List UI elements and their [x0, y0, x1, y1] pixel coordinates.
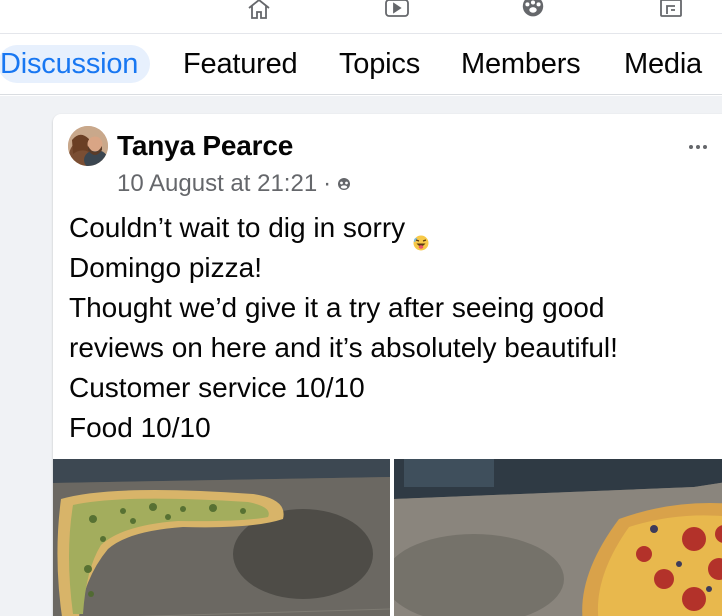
- pizza-photo-right[interactable]: [394, 459, 722, 616]
- post-line: Thought we’d give it a try after seeing …: [69, 292, 605, 323]
- top-navigation: [0, 0, 722, 34]
- post-meta: 10 August at 21:21 ·: [117, 170, 351, 198]
- tab-members[interactable]: Members: [461, 45, 581, 83]
- group-tabs: Discussion Featured Topics Members Media: [0, 35, 722, 95]
- pages-icon[interactable]: [658, 0, 684, 20]
- post-author[interactable]: Tanya Pearce: [117, 130, 293, 162]
- video-icon[interactable]: [384, 0, 410, 20]
- community-icon[interactable]: [520, 0, 546, 20]
- author-avatar[interactable]: [68, 126, 108, 166]
- pizza-photo-left[interactable]: [53, 459, 390, 616]
- post-body: Couldn’t wait to dig in sorry Domingo pi…: [69, 208, 719, 448]
- tab-topics[interactable]: Topics: [339, 45, 420, 83]
- post-line: reviews on here and it’s absolutely beau…: [69, 332, 618, 363]
- post-line-text: Couldn’t wait to dig in sorry: [69, 212, 406, 243]
- post-line: Couldn’t wait to dig in sorry: [69, 208, 719, 251]
- post-line: Customer service 10/10: [69, 372, 365, 403]
- tab-discussion[interactable]: Discussion: [0, 45, 151, 83]
- post-timestamp[interactable]: 10 August at 21:21: [117, 170, 317, 198]
- face-with-tongue-emoji: [413, 222, 429, 251]
- tab-featured[interactable]: Featured: [183, 45, 298, 83]
- post-photos: [53, 459, 722, 616]
- group-audience-icon: [337, 170, 351, 198]
- tab-media[interactable]: Media: [624, 45, 702, 83]
- meta-separator: ·: [323, 170, 332, 197]
- home-icon[interactable]: [246, 0, 272, 20]
- post-card: Tanya Pearce 10 August at 21:21 · Couldn…: [53, 114, 722, 616]
- post-line: Domingo pizza!: [69, 252, 262, 283]
- post-line: Food 10/10: [69, 412, 211, 443]
- more-options-icon[interactable]: [689, 142, 711, 152]
